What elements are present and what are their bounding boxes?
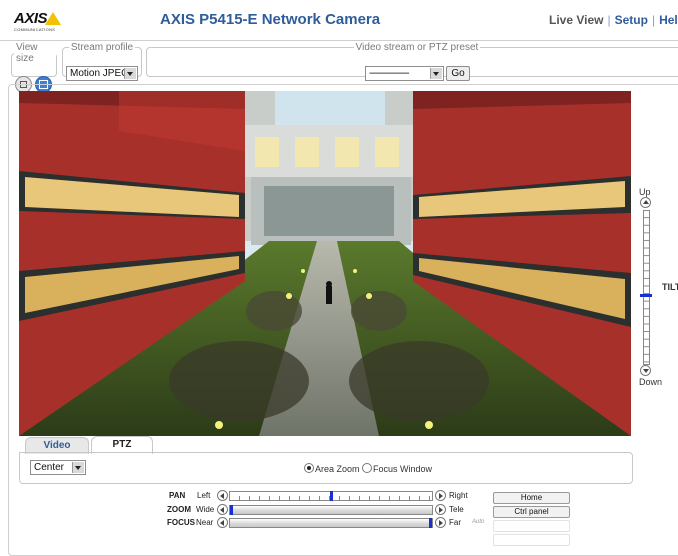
- stream-profile-group: Stream profile Motion JPEG: [62, 42, 142, 81]
- area-zoom-radio[interactable]: [304, 463, 314, 473]
- chevron-down-icon[interactable]: [430, 68, 442, 79]
- nav-live-view[interactable]: Live View: [549, 13, 603, 27]
- header: AXIS COMMUNICATIONS AXIS P5415-E Network…: [0, 0, 678, 41]
- top-nav: Live View|Setup|Help: [549, 13, 678, 27]
- pan-slider[interactable]: [229, 491, 433, 501]
- focus-near-arrow-icon[interactable]: [217, 517, 228, 528]
- pan-right-arrow-icon[interactable]: [435, 490, 446, 501]
- pan-left-label: Left: [197, 491, 211, 500]
- focus-slider-thumb[interactable]: [429, 518, 432, 528]
- focus-near-label: Near: [196, 518, 214, 527]
- stream-profile-value: Motion JPEG: [70, 68, 129, 79]
- zoom-label: ZOOM: [167, 505, 191, 514]
- pan-left-arrow-icon[interactable]: [217, 490, 228, 501]
- ptz-preset-legend: Video stream or PTZ preset: [355, 42, 479, 53]
- focus-far-arrow-icon[interactable]: [435, 517, 446, 528]
- zoom-tele-label: Tele: [449, 505, 464, 514]
- logo-triangle-icon: [45, 12, 61, 25]
- tilt-slider-track[interactable]: [643, 210, 650, 365]
- axis-logo[interactable]: AXIS COMMUNICATIONS: [14, 10, 66, 32]
- home-button[interactable]: Home: [493, 492, 570, 504]
- pan-label: PAN: [169, 491, 186, 500]
- page-title: AXIS P5415-E Network Camera: [160, 11, 381, 28]
- focus-window-label[interactable]: Focus Window: [373, 464, 432, 474]
- focus-slider[interactable]: [229, 518, 433, 528]
- tilt-down-label: Down: [639, 377, 663, 387]
- zoom-wide-label: Wide: [196, 505, 215, 514]
- ptz-mode-value: Center: [34, 462, 65, 473]
- tilt-up-arrow-icon[interactable]: [640, 197, 651, 208]
- tilt-slider-thumb[interactable]: [640, 294, 652, 297]
- chevron-down-icon[interactable]: [124, 68, 136, 79]
- zoom-tele-arrow-icon[interactable]: [435, 504, 446, 515]
- ptz-preset-value: -----------------: [369, 68, 410, 79]
- ptz-mode-select[interactable]: Center: [30, 460, 86, 475]
- ptz-preset-select[interactable]: -----------------: [365, 66, 444, 81]
- view-size-group: View size: [11, 42, 57, 93]
- logo-text: AXIS: [14, 10, 48, 27]
- nav-separator: |: [607, 13, 611, 27]
- nav-help[interactable]: Help: [659, 13, 678, 27]
- focus-window-radio[interactable]: [362, 463, 372, 473]
- disabled-button-slot: [493, 534, 570, 546]
- go-button[interactable]: Go: [446, 66, 470, 81]
- video-frame-image: [19, 91, 631, 436]
- nav-separator: |: [651, 13, 656, 27]
- focus-label: FOCUS: [167, 518, 195, 527]
- ctrl-panel-button[interactable]: Ctrl panel: [493, 506, 570, 518]
- tilt-down-arrow-icon[interactable]: [640, 365, 651, 376]
- nav-setup[interactable]: Setup: [615, 13, 648, 27]
- view-size-legend: View size: [16, 42, 38, 64]
- tilt-up-label: Up: [639, 187, 651, 197]
- zoom-slider[interactable]: [229, 505, 433, 515]
- stream-profile-legend: Stream profile: [70, 42, 134, 53]
- pan-right-label: Right: [449, 491, 468, 500]
- ptz-preset-group: Video stream or PTZ preset -------------…: [146, 42, 678, 81]
- disabled-button-slot: [493, 520, 570, 532]
- focus-auto-label[interactable]: Auto: [472, 519, 484, 525]
- zoom-slider-thumb[interactable]: [230, 505, 233, 515]
- logo-subtext: COMMUNICATIONS: [14, 27, 56, 32]
- live-video-stream[interactable]: [19, 91, 631, 436]
- chevron-down-icon[interactable]: [72, 462, 84, 473]
- tilt-label: TILT: [662, 282, 678, 292]
- zoom-wide-arrow-icon[interactable]: [217, 504, 228, 515]
- focus-far-label: Far: [449, 518, 461, 527]
- area-zoom-label[interactable]: Area Zoom: [315, 464, 360, 474]
- stream-profile-select[interactable]: Motion JPEG: [66, 66, 138, 81]
- pan-slider-thumb[interactable]: [330, 491, 333, 501]
